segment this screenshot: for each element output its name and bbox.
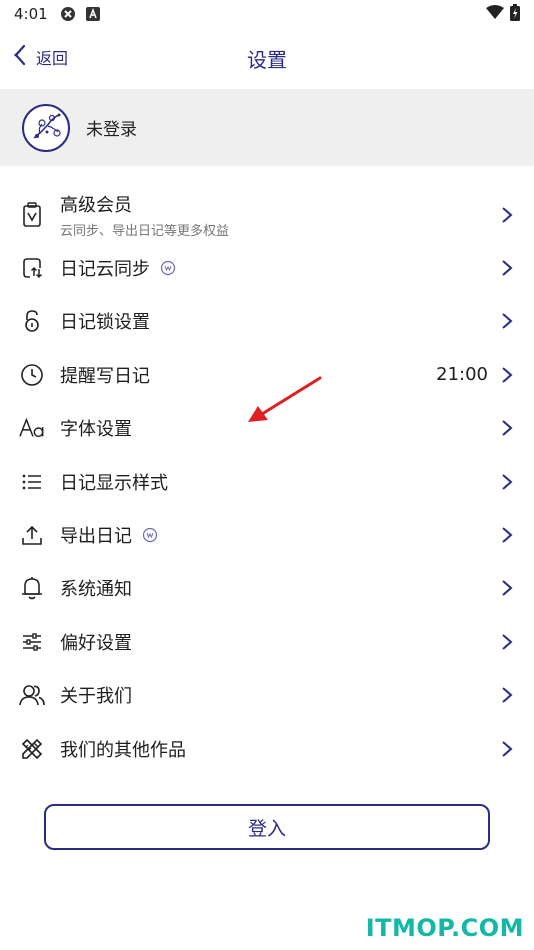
login-button-label: 登入: [247, 817, 286, 840]
chevron-right-icon: [500, 258, 514, 278]
floral-avatar-icon: [33, 113, 61, 139]
setting-label: 系统通知: [60, 579, 132, 601]
setting-label: 提醒写日记: [60, 365, 150, 387]
chevron-right-icon: [500, 205, 514, 225]
cloud-sync-icon: [19, 255, 45, 281]
setting-row-export-diary[interactable]: 导出日记: [0, 508, 534, 561]
status-time: 4:01: [14, 5, 48, 23]
chevron-right-icon: [500, 578, 514, 598]
avatar[interactable]: [22, 103, 70, 152]
font-icon: [19, 415, 45, 441]
setting-row-other-works[interactable]: 我们的其他作品: [0, 722, 534, 775]
premium-badge-icon: [142, 527, 158, 543]
setting-label: 偏好设置: [60, 632, 132, 654]
chevron-right-icon: [500, 365, 514, 385]
setting-row-preferences[interactable]: 偏好设置: [0, 615, 534, 668]
chevron-right-icon: [500, 739, 514, 759]
reminder-time-value: 21:00: [436, 364, 488, 386]
people-icon: [19, 682, 45, 708]
login-button[interactable]: 登入: [44, 804, 490, 850]
setting-label: 高级会员: [60, 194, 132, 216]
wifi-icon: [486, 5, 504, 23]
chevron-right-icon: [500, 685, 514, 705]
setting-row-diary-cloud-sync[interactable]: 日记云同步: [0, 241, 534, 294]
site-watermark: ITMOP.COM: [365, 914, 524, 942]
setting-label: 导出日记: [60, 526, 132, 548]
setting-row-diary-lock[interactable]: 日记锁设置: [0, 295, 534, 348]
member-card-icon: [19, 201, 45, 228]
navigation-bar: 返回 设置: [0, 28, 534, 88]
login-status-label: 未登录: [86, 120, 137, 140]
chevron-right-icon: [500, 525, 514, 545]
setting-label: 字体设置: [60, 419, 132, 441]
clock-icon: [19, 362, 45, 388]
setting-subtitle: 云同步、导出日记等更多权益: [60, 223, 230, 239]
setting-row-about-us[interactable]: 关于我们: [0, 669, 534, 722]
list-icon: [19, 469, 45, 495]
status-bar: 4:01: [0, 0, 534, 28]
chevron-right-icon: [500, 472, 514, 492]
setting-row-display-style[interactable]: 日记显示样式: [0, 455, 534, 508]
annotation-arrow-icon: [248, 376, 322, 422]
battery-icon: [510, 3, 520, 25]
app-notification-icon: [60, 6, 76, 22]
setting-label: 日记云同步: [60, 259, 150, 281]
settings-list: 高级会员 云同步、导出日记等更多权益 日记云同步 日记锁设置 提醒写日记 21:…: [0, 188, 534, 775]
account-row[interactable]: 未登录: [0, 89, 534, 166]
upload-icon: [19, 522, 45, 548]
font-notification-icon: [85, 7, 100, 21]
tools-icon: [19, 736, 45, 762]
page-title: 设置: [247, 48, 287, 72]
setting-row-system-notification[interactable]: 系统通知: [0, 562, 534, 615]
setting-row-premium-member[interactable]: 高级会员 云同步、导出日记等更多权益: [0, 188, 534, 241]
chevron-right-icon: [500, 632, 514, 652]
sliders-icon: [19, 629, 45, 655]
setting-label: 关于我们: [60, 686, 132, 708]
chevron-right-icon: [500, 311, 514, 331]
setting-label: 日记锁设置: [60, 312, 150, 334]
setting-label: 日记显示样式: [60, 472, 168, 494]
chevron-right-icon: [500, 418, 514, 438]
bell-icon: [19, 575, 45, 601]
premium-badge-icon: [160, 260, 176, 276]
setting-label: 我们的其他作品: [60, 739, 186, 761]
lock-icon: [19, 308, 45, 334]
